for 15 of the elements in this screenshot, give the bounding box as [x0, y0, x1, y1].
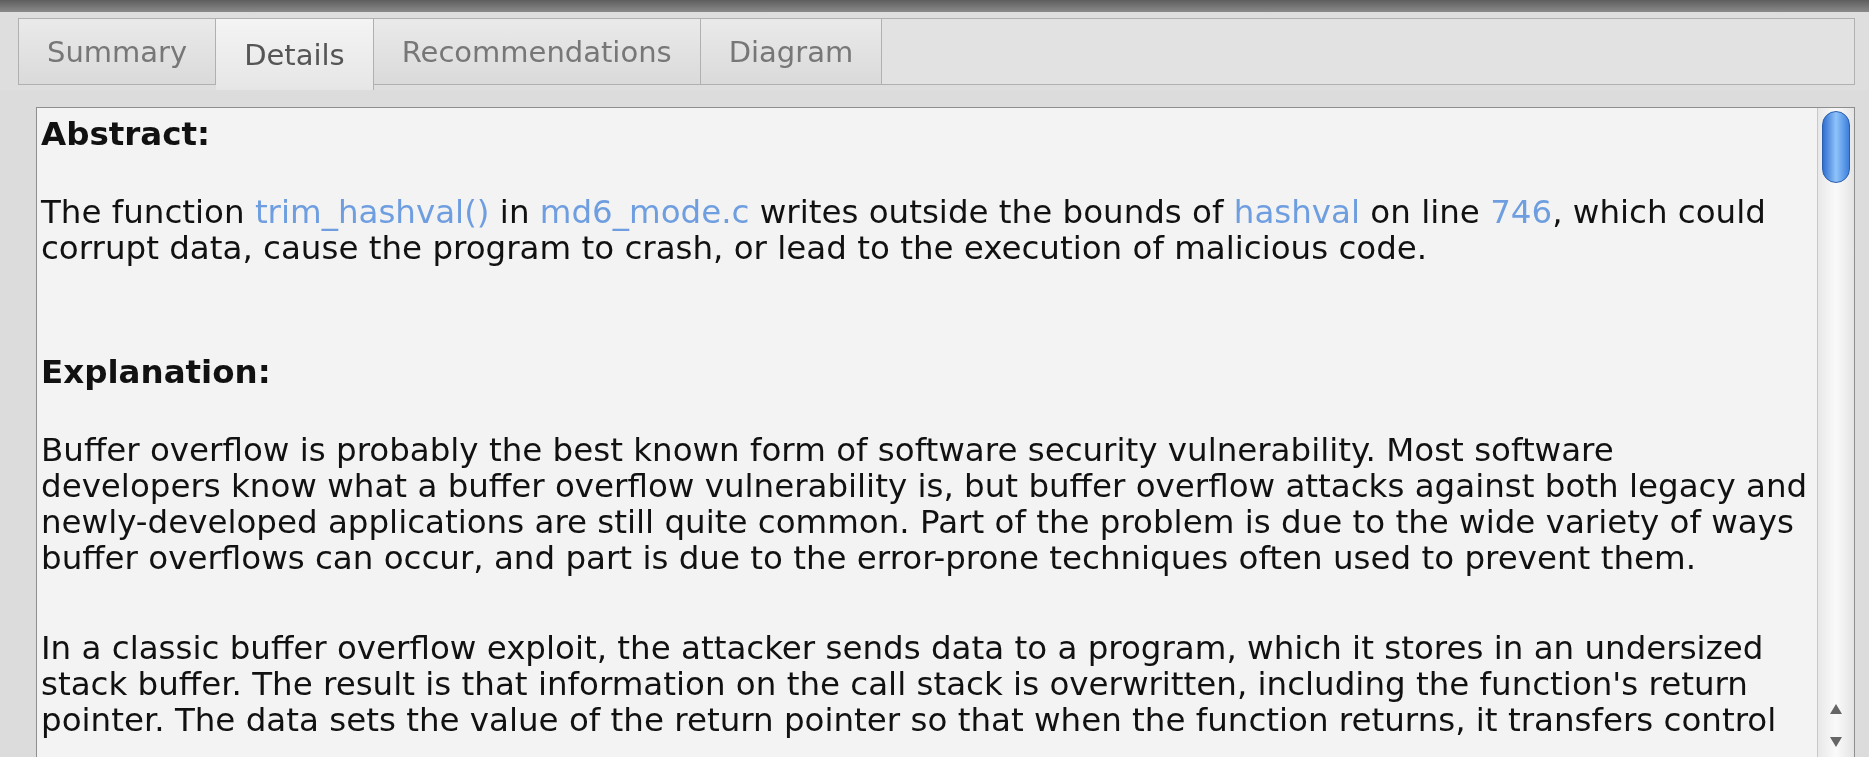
paragraph: Buffer overflow is probably the best known form of software security vulnerability. Most software developers know what a buffer overflow vulnerability is, but buffer overflow attacks against both legacy and newly-developed applications are still quite common. Part of the problem is due to the wide variety of ways buffer overflows can occur, and part is due to the error-prone techniques often used to prevent them. — [41, 433, 1809, 577]
tab[interactable]: Summary — [18, 18, 217, 85]
scroll-thumb[interactable] — [1822, 111, 1850, 183]
section-heading: Abstract: — [41, 117, 212, 153]
vertical-scrollbar[interactable] — [1817, 108, 1854, 757]
code-link[interactable]: hashval — [1233, 192, 1360, 231]
tab[interactable]: Recommendations — [373, 18, 701, 85]
code-link[interactable]: 746 — [1490, 192, 1553, 231]
tab[interactable]: Diagram — [700, 18, 883, 85]
code-link[interactable]: md6_mode.c — [539, 192, 750, 231]
paragraph: The function trim_hashval() in md6_mode.c writes outside the bounds of hashval on line 746, which could corrupt data, cause the program to crash, or lead to the execution of malicious code. — [41, 194, 1767, 267]
section-heading: Explanation: — [41, 355, 272, 392]
tab[interactable]: Details — [216, 18, 374, 90]
code-link[interactable]: trim_hashval() — [254, 192, 490, 231]
paragraph: In a classic buffer overflow exploit, the attacker sends data to a program, which it stores in an undersized stack buffer. The result is that information on the call stack is overwritten, including the function's return pointer. The data sets the value of the return pointer so that when the function returns, it transfers control — [41, 631, 1778, 739]
